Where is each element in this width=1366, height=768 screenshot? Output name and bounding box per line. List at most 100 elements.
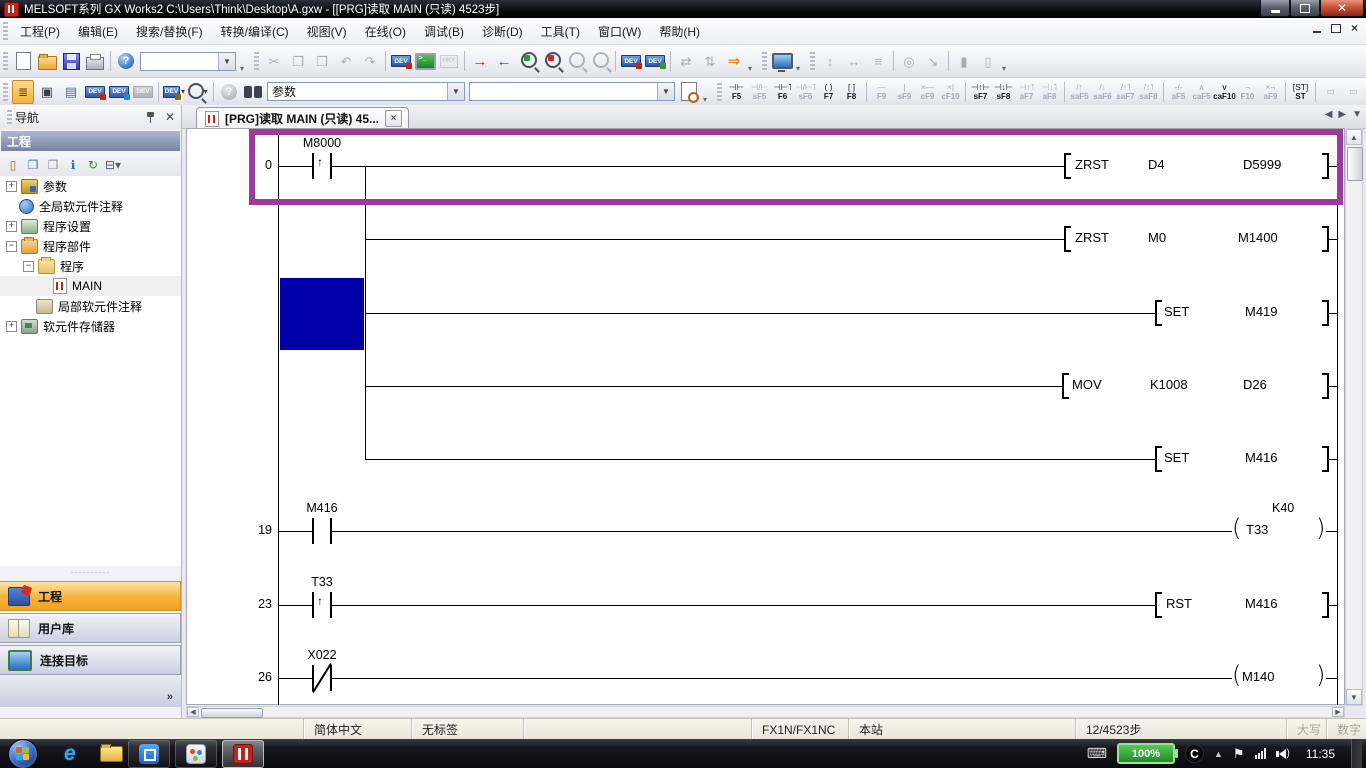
ladder-symbol-F10[interactable]: ¬F10 [1237, 80, 1259, 104]
ladder-symbol-ST[interactable]: [ST]ST [1290, 80, 1312, 104]
ladder-symbol-sF7[interactable]: ⊣↑⊢sF7 [970, 80, 992, 104]
toolbar-overflow[interactable] [240, 52, 249, 70]
toolbar-overflow[interactable] [1002, 52, 1011, 70]
tab-close-icon[interactable]: × [385, 110, 402, 127]
menu-item-0[interactable]: 工程(P) [11, 19, 69, 44]
find-value-combo[interactable]: ▼ [469, 82, 675, 101]
menu-item-10[interactable]: 帮助(H) [650, 19, 709, 44]
close-button[interactable]: ✕ [1320, 0, 1364, 17]
monitor-mode-icon[interactable] [414, 50, 436, 72]
jump-icon[interactable]: ↘ [922, 50, 944, 72]
toolbar-overflow[interactable] [748, 52, 757, 70]
scroll-right-icon[interactable]: ▶ [1332, 707, 1344, 717]
device-batch-monitor-icon[interactable]: DEV [620, 50, 642, 72]
vertical-scroll-thumb[interactable] [1347, 147, 1363, 181]
tab-scroll-1[interactable]: ▶ [1338, 109, 1346, 120]
tree-item-程序[interactable]: −程序 [0, 256, 181, 276]
nav-paste-icon[interactable]: ❒ [43, 155, 63, 175]
ladder-symbol-cF9[interactable]: ×—cF9 [917, 80, 939, 104]
combo-dropdown-icon[interactable]: ▼ [657, 83, 674, 100]
find-binoculars-icon[interactable] [242, 81, 264, 103]
device-reference-icon[interactable]: DEV [132, 81, 154, 103]
ladder-symbol-caF10[interactable]: ∨caF10 [1214, 80, 1236, 104]
statement-icon[interactable]: ≡ [867, 50, 889, 72]
nav-new-icon[interactable]: ▯ [3, 155, 23, 175]
tree-expander[interactable]: + [6, 181, 17, 192]
tree-item-程序部件[interactable]: −程序部件 [0, 236, 181, 256]
vertical-scrollbar[interactable]: ▲ ▼ [1345, 128, 1363, 706]
paste-icon[interactable]: ❒ [311, 50, 333, 72]
monitor-start-icon[interactable] [517, 50, 539, 72]
network-signal-icon[interactable] [1255, 748, 1266, 759]
tree-expander[interactable]: + [6, 221, 17, 232]
find-target-combo[interactable]: 参数▼ [267, 82, 465, 101]
ladder-symbol-saF7[interactable]: /↑˥saF7 [1115, 80, 1137, 104]
ladder-symbol-F5[interactable]: ⊣⊢F5 [726, 80, 748, 104]
save-project-icon[interactable] [60, 50, 82, 72]
child-minimize-icon[interactable] [1313, 31, 1321, 33]
clock[interactable]: 11:35 [1306, 747, 1335, 761]
start-button[interactable] [8, 739, 38, 768]
nav-sort-icon[interactable]: ⊟▾ [103, 155, 123, 175]
connection-destination-button[interactable]: 连接目标 [0, 645, 181, 675]
combo-dropdown-icon[interactable]: ▼ [447, 83, 464, 100]
print-icon[interactable] [84, 50, 106, 72]
tree-item-软元件存储器[interactable]: +软元件存储器 [0, 316, 181, 336]
tree-item-MAIN[interactable]: MAIN [0, 276, 181, 296]
tab-scroll-0[interactable]: ◀ [1325, 109, 1333, 120]
monitor-write-stop-icon[interactable] [589, 50, 611, 72]
horizontal-scrollbar[interactable]: ◀ ▶ [186, 706, 1345, 718]
scroll-down-icon[interactable]: ▼ [1346, 689, 1362, 705]
ladder-symbol-F8[interactable]: [ ]F8 [841, 80, 863, 104]
taskbar-app-paint[interactable] [175, 740, 217, 768]
menu-item-1[interactable]: 编辑(E) [69, 19, 127, 44]
ladder-symbol-extra31[interactable]: ▭ [1343, 80, 1365, 104]
menu-item-7[interactable]: 诊断(D) [473, 19, 532, 44]
ladder-symbol-saF5[interactable]: /↑saF5 [1069, 80, 1091, 104]
project-view-button[interactable]: 工程 [0, 581, 181, 611]
help-icon[interactable]: ? [115, 50, 137, 72]
horizontal-scroll-thumb[interactable] [201, 708, 263, 718]
menu-item-5[interactable]: 在线(O) [356, 19, 415, 44]
function-block-icon[interactable]: ▣ [36, 81, 58, 103]
menu-item-3[interactable]: 转换/编译(C) [212, 19, 298, 44]
ladder-symbol-saF8[interactable]: /↓˥saF8 [1138, 80, 1160, 104]
ladder-symbol-aF7[interactable]: ⊣↑˥aF7 [1016, 80, 1038, 104]
device-comment-edit-icon[interactable]: DEV [84, 81, 106, 103]
ladder-symbol-aF9[interactable]: ×¬aF9 [1260, 80, 1282, 104]
ladder-symbol-sF8[interactable]: ⊣↓⊢sF8 [993, 80, 1015, 104]
quick-find-combo[interactable]: ▼ [140, 52, 236, 71]
menu-item-8[interactable]: 工具(T) [532, 19, 589, 44]
menu-item-6[interactable]: 调试(B) [415, 19, 473, 44]
battery-indicator[interactable]: 100% [1117, 743, 1175, 764]
device-comment-search-icon[interactable]: DEV [390, 50, 412, 72]
read-from-plc-icon[interactable]: ← [493, 50, 515, 72]
write-to-plc-icon[interactable]: → [469, 50, 491, 72]
redo-icon[interactable]: ↷ [359, 50, 381, 72]
taskbar-gx-works2-button[interactable] [222, 740, 264, 768]
ladder-symbol-extra30[interactable]: ▭ [1320, 80, 1342, 104]
toolbar-overflow[interactable] [796, 52, 805, 70]
user-library-button[interactable]: 用户库 [0, 613, 181, 643]
nav-info-icon[interactable]: ℹ [63, 155, 83, 175]
internet-explorer-icon[interactable]: e [64, 742, 76, 766]
hot-key-icon[interactable]: HKY [438, 50, 460, 72]
pin-icon[interactable] [145, 111, 157, 123]
verify-with-plc-icon[interactable]: ⇄ [675, 50, 697, 72]
cut-icon[interactable]: ✂ [263, 50, 285, 72]
navigation-window-toggle[interactable]: ≣ [12, 81, 34, 103]
minimize-button[interactable] [1260, 0, 1290, 17]
restore-button[interactable] [1290, 0, 1320, 17]
nav-refresh-icon[interactable]: ↻ [83, 155, 103, 175]
device-test-on-icon[interactable]: ▮ [953, 50, 975, 72]
input-method-icon[interactable]: C [1185, 744, 1204, 763]
nav-splitter[interactable]: ·········· [0, 567, 181, 576]
show-desktop-button[interactable] [1351, 739, 1362, 768]
watch-window-icon[interactable]: DEV▾ [163, 81, 185, 103]
ladder-edit-delete-row-icon[interactable]: ↔ [843, 50, 865, 72]
monitor-write-start-icon[interactable] [565, 50, 587, 72]
windows-explorer-icon[interactable] [100, 746, 123, 762]
tab-scroll-2[interactable]: ▼ [1352, 109, 1362, 120]
find-contact-coil-icon[interactable]: ◎ [898, 50, 920, 72]
scroll-up-icon[interactable]: ▲ [1346, 129, 1362, 145]
